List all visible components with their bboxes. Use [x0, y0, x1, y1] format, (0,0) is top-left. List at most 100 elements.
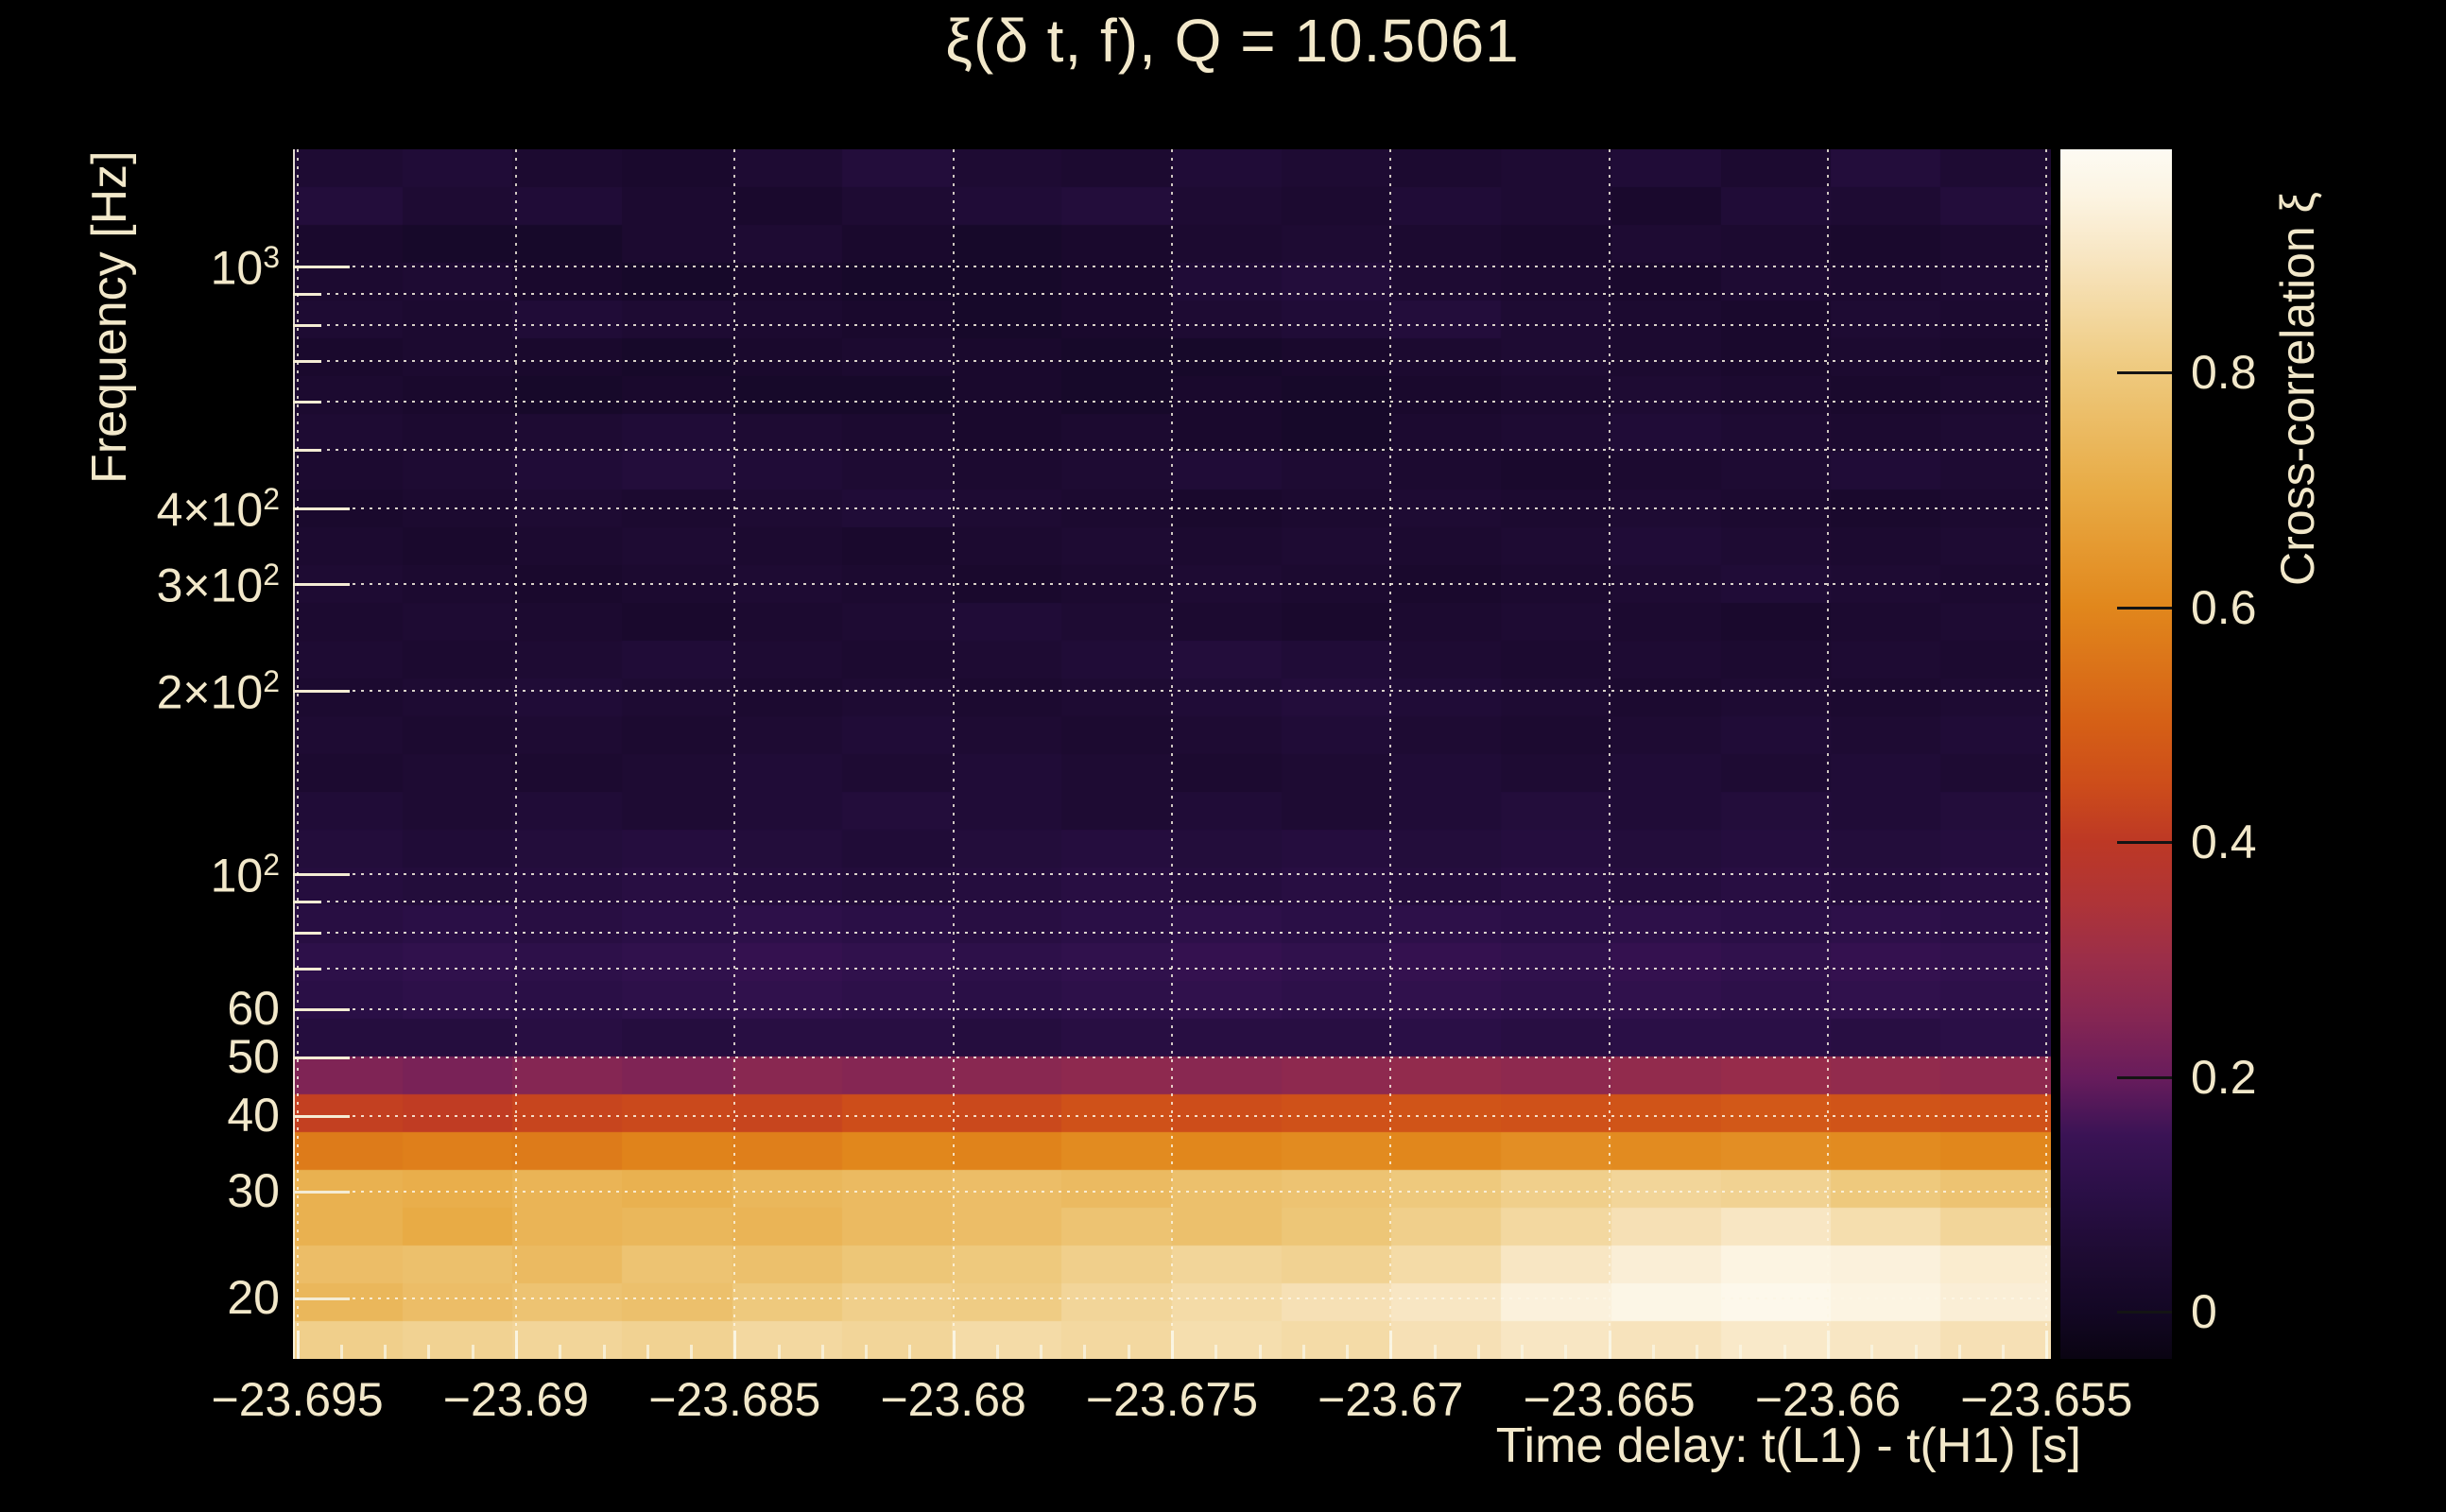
colorbar-tick-label: 0.2	[2191, 1054, 2380, 1101]
x-minor-tick	[2002, 1345, 2005, 1359]
y-axis-title: Frequency [Hz]	[81, 144, 138, 484]
y-tick-label-exponent: 2	[263, 558, 280, 592]
y-tick-label: 3×102	[53, 559, 280, 610]
x-minor-tick	[515, 1345, 518, 1359]
y-tick-mark	[293, 1057, 350, 1059]
y-tick-label-base: 10	[211, 850, 264, 902]
x-minor-tick	[1214, 1345, 1217, 1359]
y-tick-label-base: 50	[227, 1030, 280, 1083]
x-minor-tick	[953, 1345, 956, 1359]
x-gridline	[297, 149, 299, 1359]
colorbar-tick-mark	[2117, 1076, 2172, 1079]
x-minor-tick	[821, 1345, 824, 1359]
colorbar-tick-mark	[2117, 371, 2172, 374]
x-gridline	[733, 149, 735, 1359]
x-minor-tick	[1827, 1345, 1830, 1359]
x-gridline	[2045, 149, 2047, 1359]
x-minor-tick	[690, 1345, 693, 1359]
y-tick-mark	[293, 1191, 350, 1194]
colorbar-tick-mark	[2117, 841, 2172, 844]
colorbar-tick-label: 0.6	[2191, 584, 2380, 631]
x-minor-tick	[1958, 1345, 1961, 1359]
x-minor-tick	[1171, 1345, 1174, 1359]
y-tick-mark	[293, 583, 350, 586]
x-minor-tick	[1477, 1345, 1480, 1359]
y-tick-label-base: 4×10	[157, 484, 264, 537]
x-minor-tick	[1128, 1345, 1130, 1359]
x-minor-tick	[1652, 1345, 1655, 1359]
colorbar-tick-label: 0.8	[2191, 349, 2380, 396]
y-tick-label-base: 10	[211, 242, 264, 295]
x-minor-tick	[1434, 1345, 1437, 1359]
y-tick-mark	[293, 690, 350, 693]
colorbar	[2060, 149, 2172, 1359]
x-minor-tick	[427, 1345, 430, 1359]
figure: ξ(δ t, f), Q = 10.5061 Frequency [Hz] Ti…	[0, 0, 2446, 1512]
x-minor-tick	[908, 1345, 911, 1359]
x-minor-tick	[2045, 1345, 2048, 1359]
colorbar-tick-label: 0	[2191, 1288, 2380, 1335]
x-minor-tick	[472, 1345, 474, 1359]
x-minor-tick	[865, 1345, 868, 1359]
colorbar-tick-mark	[2117, 607, 2172, 610]
x-minor-tick	[1564, 1345, 1567, 1359]
y-tick-label: 2×102	[53, 666, 280, 716]
y-tick-label-exponent: 2	[263, 848, 280, 882]
y-tick-mark	[293, 1115, 350, 1118]
y-tick-label-exponent: 2	[263, 482, 280, 516]
x-minor-tick	[559, 1345, 561, 1359]
x-gridline	[1827, 149, 1829, 1359]
x-minor-tick	[1259, 1345, 1262, 1359]
x-tick-label: −23.655	[1904, 1372, 2188, 1427]
x-minor-tick	[603, 1345, 606, 1359]
y-tick-label-base: 20	[227, 1271, 280, 1324]
x-minor-tick	[778, 1345, 781, 1359]
x-minor-tick	[1389, 1345, 1392, 1359]
y-tick-label: 103	[53, 242, 280, 292]
y-tick-label: 20	[53, 1274, 280, 1321]
x-gridline	[1609, 149, 1611, 1359]
chart-title: ξ(δ t, f), Q = 10.5061	[293, 6, 2172, 76]
x-minor-tick	[1521, 1345, 1524, 1359]
y-tick-label-base: 3×10	[157, 559, 264, 612]
y-axis-line	[293, 149, 295, 1359]
x-gridline	[1171, 149, 1173, 1359]
y-tick-label-exponent: 2	[263, 664, 280, 698]
x-minor-tick	[1040, 1345, 1042, 1359]
x-minor-tick	[646, 1345, 649, 1359]
y-tick-label: 4×102	[53, 484, 280, 534]
x-gridline	[515, 149, 517, 1359]
y-tick-label: 40	[53, 1091, 280, 1139]
y-tick-mark	[293, 1008, 350, 1011]
colorbar-tick-label: 0.4	[2191, 818, 2380, 866]
y-tick-label: 102	[53, 850, 280, 900]
x-minor-tick	[1870, 1345, 1873, 1359]
x-minor-tick	[1739, 1345, 1742, 1359]
x-minor-tick	[733, 1345, 736, 1359]
y-tick-mark	[293, 266, 350, 268]
x-minor-tick	[384, 1345, 387, 1359]
x-minor-tick	[1696, 1345, 1698, 1359]
y-tick-mark	[293, 507, 350, 510]
x-minor-tick	[1083, 1345, 1086, 1359]
y-tick-label: 30	[53, 1167, 280, 1214]
y-tick-label-exponent: 3	[263, 240, 280, 274]
y-tick-mark	[293, 873, 350, 876]
x-minor-tick	[1346, 1345, 1349, 1359]
y-tick-label-base: 60	[227, 982, 280, 1035]
x-gridline	[953, 149, 955, 1359]
y-tick-label-base: 30	[227, 1164, 280, 1217]
x-minor-tick	[1915, 1345, 1918, 1359]
y-tick-mark	[293, 1297, 350, 1300]
y-tick-label: 60	[53, 985, 280, 1032]
plot-area	[293, 149, 2051, 1359]
colorbar-tick-mark	[2117, 1311, 2172, 1314]
y-tick-label-base: 2×10	[157, 666, 264, 719]
x-minor-tick	[1609, 1345, 1611, 1359]
x-minor-tick	[297, 1345, 300, 1359]
x-minor-tick	[1783, 1345, 1786, 1359]
x-gridline	[1389, 149, 1391, 1359]
x-minor-tick	[1302, 1345, 1305, 1359]
x-minor-tick	[996, 1345, 999, 1359]
x-minor-tick	[340, 1345, 343, 1359]
